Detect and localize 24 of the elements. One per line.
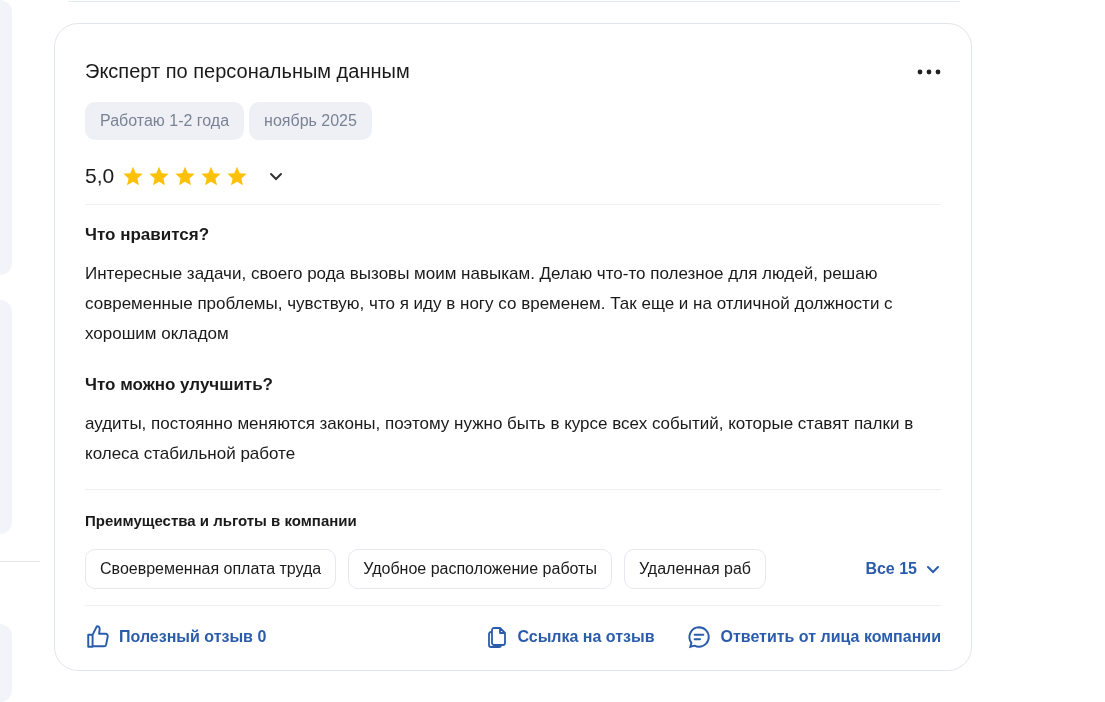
section-heading: Что можно улучшить? [85,375,274,395]
review-link-button[interactable]: Ссылка на отзыв [485,625,655,649]
star-icon [174,165,197,187]
tag: Работаю 1-2 года [85,102,245,140]
star-icon [200,165,223,187]
show-all-button[interactable]: Все 15 [865,560,941,578]
benefits-heading: Преимущества и льготы в компании [85,512,358,529]
chat-icon [686,624,713,650]
tag: ноябрь 2025 [249,102,372,140]
star-icon [148,165,171,187]
star-icon [226,165,249,187]
star-icon [122,165,145,187]
review-title: Эксперт по персональным данным [85,60,410,83]
helpful-button[interactable]: Полезный отзыв 0 [85,624,267,650]
rating-value: 5,0 [85,164,115,188]
thumbs-up-icon [85,624,111,650]
review-text: аудиты, постоянно меняются законы, поэтому нужно быть в курсе всех событий, которые ставят палки в колеса стабильной работе [85,413,915,465]
more-icon[interactable] [917,68,941,75]
benefit-tag: Удаленная раб [623,549,766,589]
benefit-tag: Своевременная оплата труда [85,549,337,589]
reply-button[interactable]: Ответить от лица компании [686,624,941,650]
benefit-tag: Удобное расположение работы [348,549,612,589]
review-text: Интересные задачи, своего рода вызовы моим навыкам. Делаю что-то полезное для людей, решаю современные проблемы, чувствую, что я иду в ногу со временем. Так еще и на отличной должности с хорошим окладом [85,263,894,345]
section-heading: Что нравится? [85,225,211,245]
